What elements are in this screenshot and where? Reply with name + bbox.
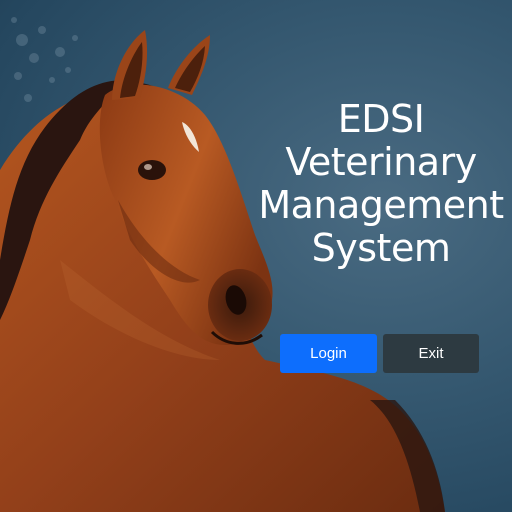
exit-button[interactable]: Exit <box>383 334 479 373</box>
app-title-line-3: Management <box>258 183 504 227</box>
app-title-line-4: System <box>311 226 451 270</box>
app-title: EDSI Veterinary Management System <box>250 98 512 270</box>
login-button[interactable]: Login <box>280 334 377 373</box>
app-title-line-1: EDSI <box>337 97 425 141</box>
splash-screen: EDSI Veterinary Management System Login … <box>0 0 512 512</box>
app-title-line-2: Veterinary <box>285 140 477 184</box>
